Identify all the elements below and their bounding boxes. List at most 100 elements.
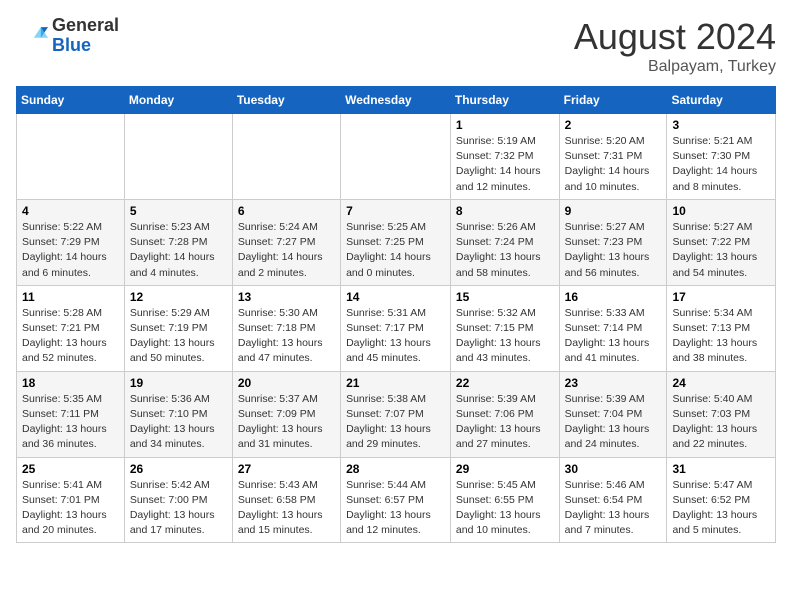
day-info: Sunrise: 5:37 AM Sunset: 7:09 PM Dayligh…	[238, 392, 335, 453]
day-info: Sunrise: 5:22 AM Sunset: 7:29 PM Dayligh…	[22, 220, 119, 281]
calendar-week-row: 1Sunrise: 5:19 AM Sunset: 7:32 PM Daylig…	[17, 114, 776, 200]
day-number: 6	[238, 204, 335, 218]
day-number: 18	[22, 376, 119, 390]
calendar-week-row: 18 Sunrise: 5:35 AM Sunset: 7:11 PM Dayli…	[17, 371, 776, 457]
table-row: 13 Sunrise: 5:30 AM Sunset: 7:18 PM Dayli…	[232, 285, 340, 371]
table-row: 17 Sunrise: 5:34 AM Sunset: 7:13 PM Dayli…	[667, 285, 776, 371]
table-row: 24 Sunrise: 5:40 AM Sunset: 7:03 PM Dayli…	[667, 371, 776, 457]
table-row: 15 Sunrise: 5:32 AM Sunset: 7:15 PM Dayli…	[450, 285, 559, 371]
table-row: 22Sunrise: 5:39 AM Sunset: 7:06 PM Dayli…	[450, 371, 559, 457]
table-row: 20 Sunrise: 5:37 AM Sunset: 7:09 PM Dayli…	[232, 371, 340, 457]
table-row: 29Sunrise: 5:45 AM Sunset: 6:55 PM Dayli…	[450, 457, 559, 543]
day-info: Sunrise: 5:36 AM Sunset: 7:10 PM Dayligh…	[130, 392, 227, 453]
col-sunday: Sunday	[17, 87, 125, 114]
page-header: General Blue August 2024 Balpayam, Turke…	[16, 16, 776, 76]
day-number: 27	[238, 462, 335, 476]
calendar-week-row: 25 Sunrise: 5:41 AM Sunset: 7:01 PM Dayli…	[17, 457, 776, 543]
table-row	[17, 114, 125, 200]
table-row: 21Sunrise: 5:38 AM Sunset: 7:07 PM Dayli…	[341, 371, 451, 457]
day-number: 26	[130, 462, 227, 476]
calendar-header-row: Sunday Monday Tuesday Wednesday Thursday…	[17, 87, 776, 114]
table-row: 19 Sunrise: 5:36 AM Sunset: 7:10 PM Dayli…	[124, 371, 232, 457]
day-number: 14	[346, 290, 445, 304]
table-row: 3 Sunrise: 5:21 AM Sunset: 7:30 PM Daylig…	[667, 114, 776, 200]
table-row: 5Sunrise: 5:23 AM Sunset: 7:28 PM Daylig…	[124, 199, 232, 285]
day-info: Sunrise: 5:27 AM Sunset: 7:22 PM Dayligh…	[672, 220, 770, 281]
table-row: 31Sunrise: 5:47 AM Sunset: 6:52 PM Dayli…	[667, 457, 776, 543]
day-info: Sunrise: 5:21 AM Sunset: 7:30 PM Dayligh…	[672, 134, 770, 195]
day-info: Sunrise: 5:46 AM Sunset: 6:54 PM Dayligh…	[565, 478, 662, 539]
col-wednesday: Wednesday	[341, 87, 451, 114]
day-info: Sunrise: 5:32 AM Sunset: 7:15 PM Dayligh…	[456, 306, 554, 367]
table-row: 28Sunrise: 5:44 AM Sunset: 6:57 PM Dayli…	[341, 457, 451, 543]
day-number: 12	[130, 290, 227, 304]
day-info: Sunrise: 5:41 AM Sunset: 7:01 PM Dayligh…	[22, 478, 119, 539]
day-number: 9	[565, 204, 662, 218]
day-info: Sunrise: 5:19 AM Sunset: 7:32 PM Dayligh…	[456, 134, 554, 195]
calendar-week-row: 11Sunrise: 5:28 AM Sunset: 7:21 PM Dayli…	[17, 285, 776, 371]
logo-blue-text: Blue	[52, 36, 119, 56]
table-row: 10 Sunrise: 5:27 AM Sunset: 7:22 PM Dayli…	[667, 199, 776, 285]
day-number: 25	[22, 462, 119, 476]
day-info: Sunrise: 5:39 AM Sunset: 7:04 PM Dayligh…	[565, 392, 662, 453]
day-number: 23	[565, 376, 662, 390]
table-row: 26 Sunrise: 5:42 AM Sunset: 7:00 PM Dayli…	[124, 457, 232, 543]
day-info: Sunrise: 5:31 AM Sunset: 7:17 PM Dayligh…	[346, 306, 445, 367]
logo-general-text: General	[52, 16, 119, 36]
day-number: 10	[672, 204, 770, 218]
day-number: 24	[672, 376, 770, 390]
day-number: 20	[238, 376, 335, 390]
day-info: Sunrise: 5:30 AM Sunset: 7:18 PM Dayligh…	[238, 306, 335, 367]
table-row: 23 Sunrise: 5:39 AM Sunset: 7:04 PM Dayli…	[559, 371, 667, 457]
day-number: 7	[346, 204, 445, 218]
table-row: 25 Sunrise: 5:41 AM Sunset: 7:01 PM Dayli…	[17, 457, 125, 543]
table-row: 30 Sunrise: 5:46 AM Sunset: 6:54 PM Dayli…	[559, 457, 667, 543]
calendar-week-row: 4 Sunrise: 5:22 AM Sunset: 7:29 PM Daylig…	[17, 199, 776, 285]
day-info: Sunrise: 5:27 AM Sunset: 7:23 PM Dayligh…	[565, 220, 662, 281]
day-info: Sunrise: 5:25 AM Sunset: 7:25 PM Dayligh…	[346, 220, 445, 281]
table-row: 9 Sunrise: 5:27 AM Sunset: 7:23 PM Daylig…	[559, 199, 667, 285]
table-row: 27 Sunrise: 5:43 AM Sunset: 6:58 PM Dayli…	[232, 457, 340, 543]
calendar-table: Sunday Monday Tuesday Wednesday Thursday…	[16, 86, 776, 543]
table-row: 18 Sunrise: 5:35 AM Sunset: 7:11 PM Dayli…	[17, 371, 125, 457]
table-row: 6Sunrise: 5:24 AM Sunset: 7:27 PM Daylig…	[232, 199, 340, 285]
day-number: 13	[238, 290, 335, 304]
day-number: 15	[456, 290, 554, 304]
col-saturday: Saturday	[667, 87, 776, 114]
table-row: 11Sunrise: 5:28 AM Sunset: 7:21 PM Dayli…	[17, 285, 125, 371]
day-info: Sunrise: 5:28 AM Sunset: 7:21 PM Dayligh…	[22, 306, 119, 367]
col-friday: Friday	[559, 87, 667, 114]
day-info: Sunrise: 5:29 AM Sunset: 7:19 PM Dayligh…	[130, 306, 227, 367]
logo: General Blue	[16, 16, 119, 56]
day-number: 30	[565, 462, 662, 476]
table-row	[341, 114, 451, 200]
day-number: 19	[130, 376, 227, 390]
day-info: Sunrise: 5:26 AM Sunset: 7:24 PM Dayligh…	[456, 220, 554, 281]
day-number: 2	[565, 118, 662, 132]
logo-icon	[16, 20, 48, 52]
day-number: 8	[456, 204, 554, 218]
day-number: 3	[672, 118, 770, 132]
table-row: 12 Sunrise: 5:29 AM Sunset: 7:19 PM Dayli…	[124, 285, 232, 371]
day-info: Sunrise: 5:20 AM Sunset: 7:31 PM Dayligh…	[565, 134, 662, 195]
day-number: 28	[346, 462, 445, 476]
day-info: Sunrise: 5:35 AM Sunset: 7:11 PM Dayligh…	[22, 392, 119, 453]
day-info: Sunrise: 5:45 AM Sunset: 6:55 PM Dayligh…	[456, 478, 554, 539]
table-row: 7 Sunrise: 5:25 AM Sunset: 7:25 PM Daylig…	[341, 199, 451, 285]
day-number: 4	[22, 204, 119, 218]
month-title: August 2024	[574, 16, 776, 58]
day-info: Sunrise: 5:43 AM Sunset: 6:58 PM Dayligh…	[238, 478, 335, 539]
day-info: Sunrise: 5:47 AM Sunset: 6:52 PM Dayligh…	[672, 478, 770, 539]
day-number: 5	[130, 204, 227, 218]
table-row	[124, 114, 232, 200]
day-info: Sunrise: 5:34 AM Sunset: 7:13 PM Dayligh…	[672, 306, 770, 367]
day-number: 17	[672, 290, 770, 304]
col-monday: Monday	[124, 87, 232, 114]
location-title: Balpayam, Turkey	[574, 58, 776, 76]
day-info: Sunrise: 5:33 AM Sunset: 7:14 PM Dayligh…	[565, 306, 662, 367]
day-info: Sunrise: 5:39 AM Sunset: 7:06 PM Dayligh…	[456, 392, 554, 453]
col-thursday: Thursday	[450, 87, 559, 114]
day-info: Sunrise: 5:40 AM Sunset: 7:03 PM Dayligh…	[672, 392, 770, 453]
table-row	[232, 114, 340, 200]
day-info: Sunrise: 5:42 AM Sunset: 7:00 PM Dayligh…	[130, 478, 227, 539]
